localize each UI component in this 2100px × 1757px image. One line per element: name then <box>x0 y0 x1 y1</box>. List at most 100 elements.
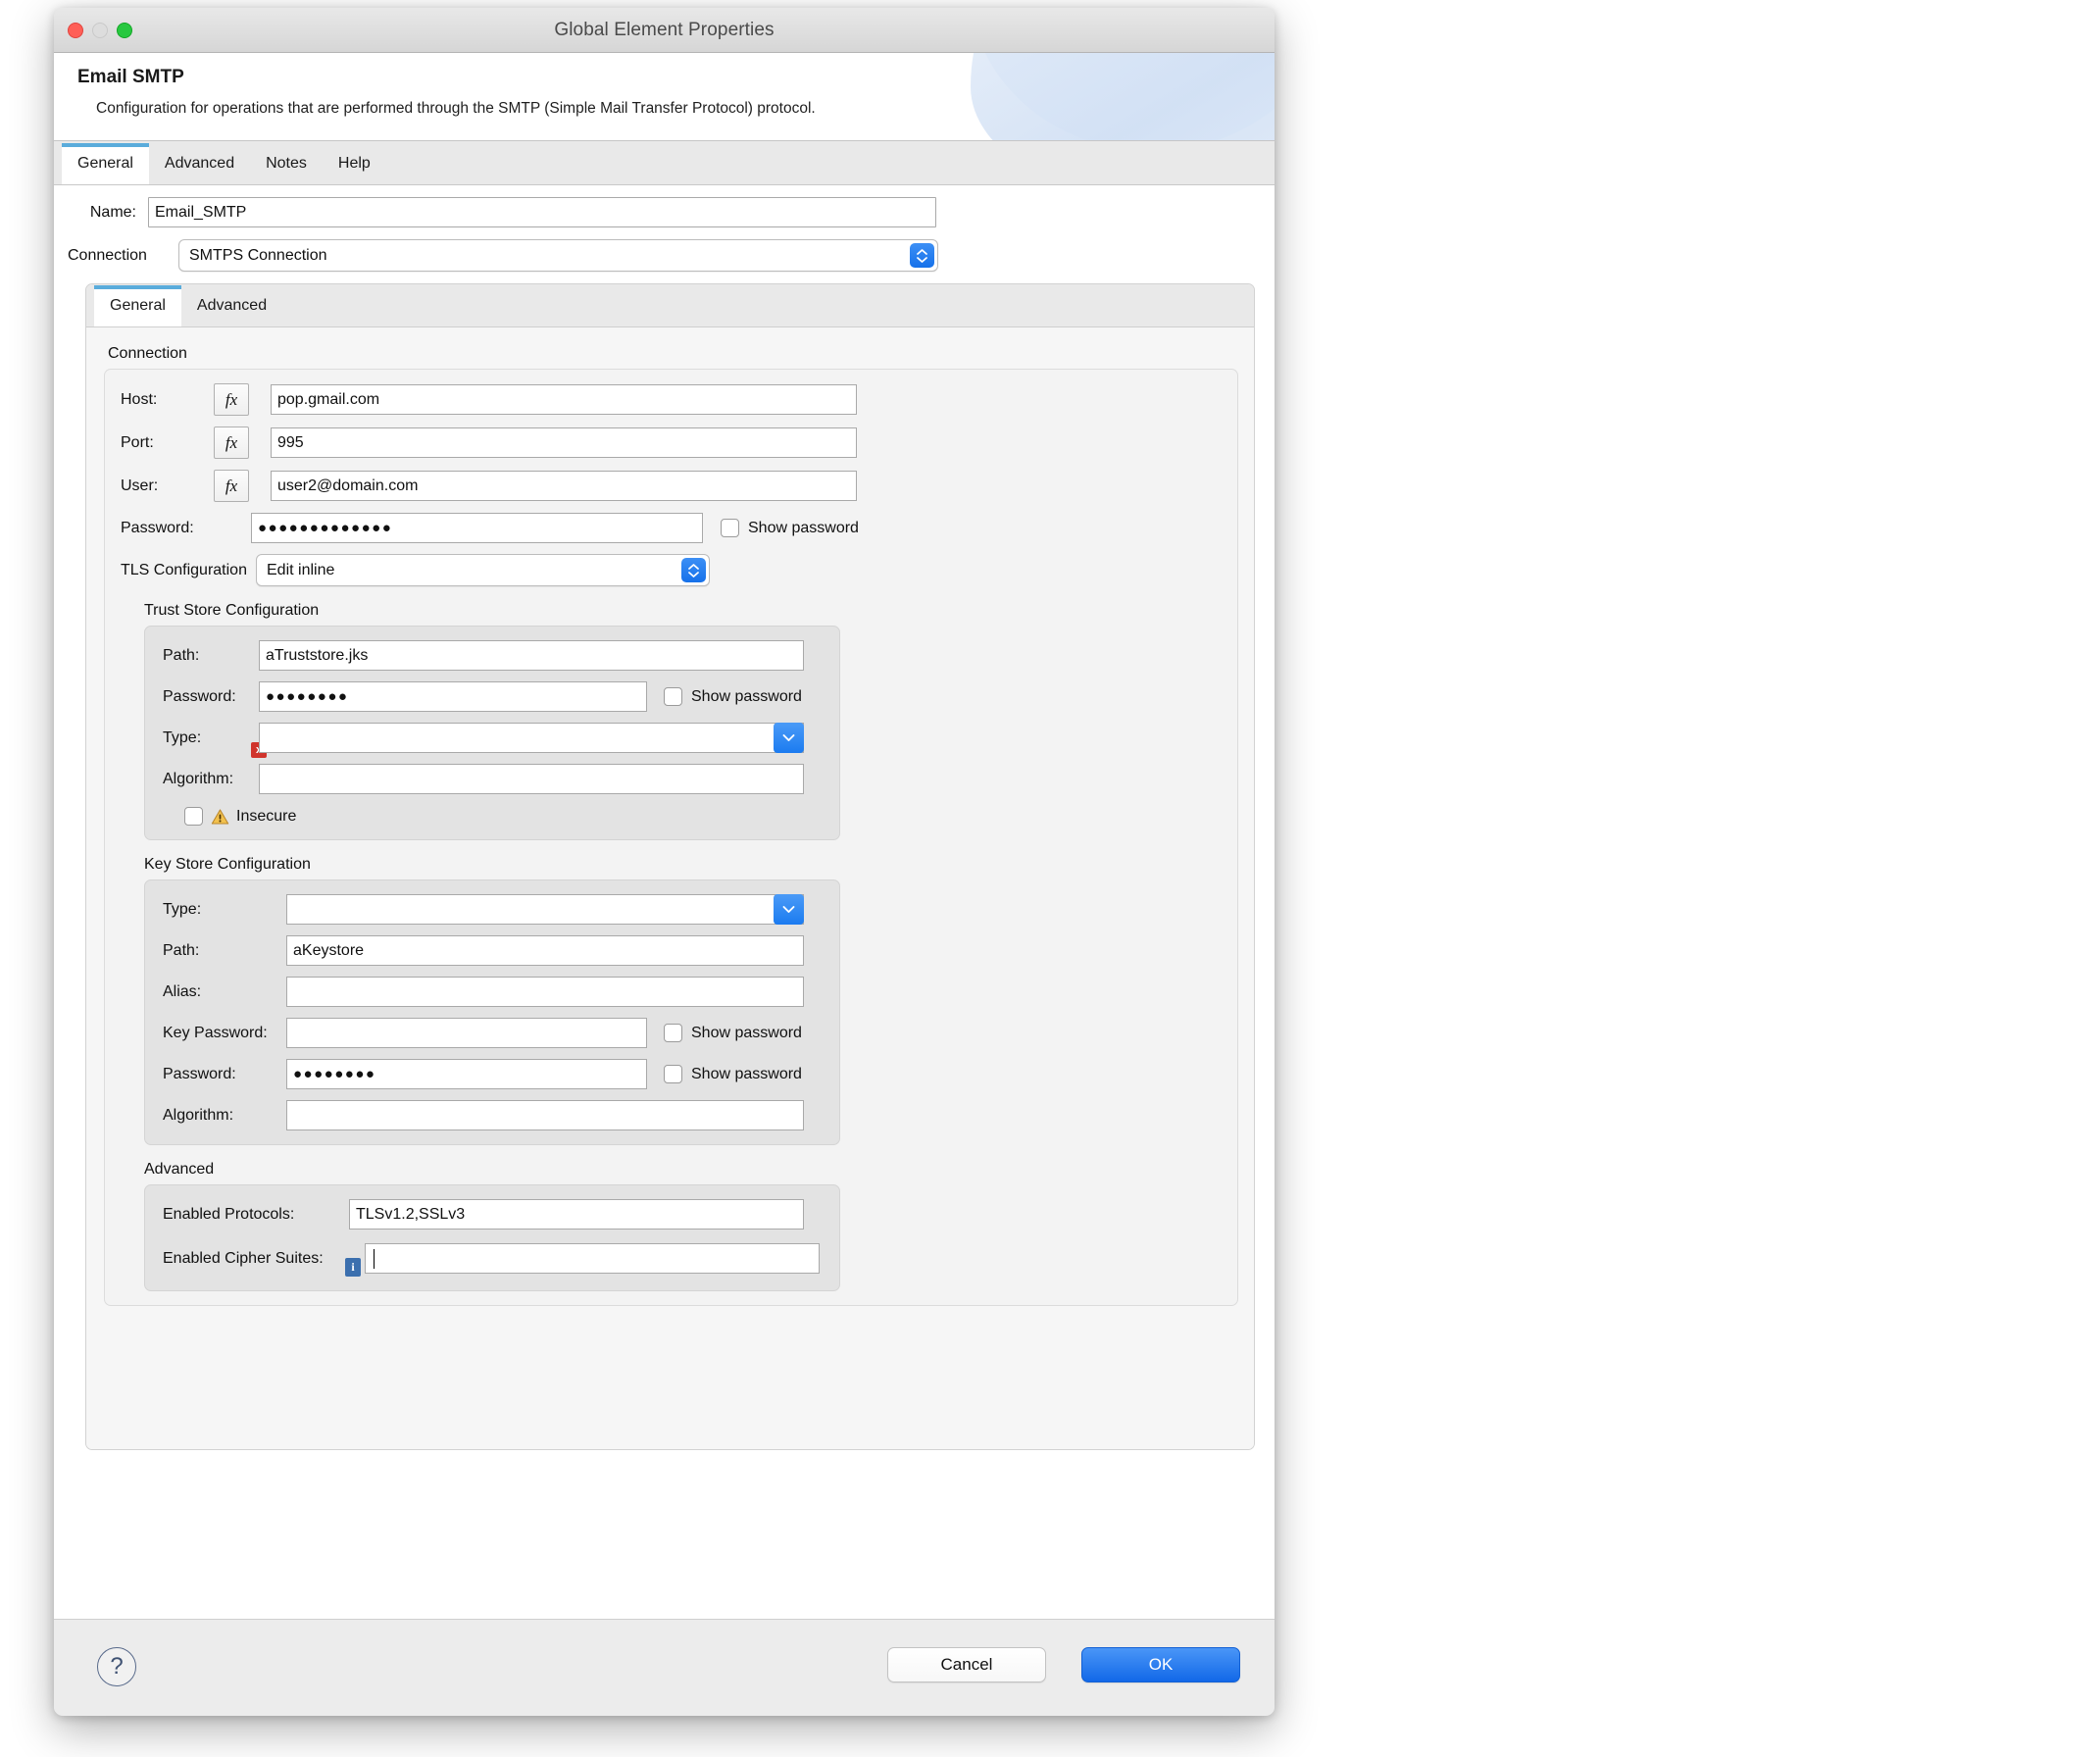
key-path-label: Path: <box>163 941 200 959</box>
general-tab-panel: Name: Connection SMTPS Connection Genera… <box>54 185 1275 1619</box>
keystore-password-masked-value: ●●●●●●●● <box>293 1066 376 1082</box>
text-caret <box>374 1248 375 1269</box>
connection-select[interactable]: SMTPS Connection <box>178 239 938 272</box>
fx-icon: fx <box>225 476 238 495</box>
key-store-group-box: Type: Path: aKeystore Alias: Key Passwor… <box>144 879 840 1145</box>
trust-algorithm-input[interactable] <box>259 764 804 794</box>
enabled-cipher-suites-input[interactable] <box>365 1243 820 1274</box>
chevron-down-icon[interactable] <box>774 723 804 753</box>
connection-config-panel: General Advanced Connection Host: fx Por… <box>85 283 1255 1450</box>
tls-config-row: TLS Configuration Edit inline <box>121 554 1222 586</box>
inner-tab-advanced-label: Advanced <box>196 297 268 314</box>
port-input[interactable] <box>271 427 857 458</box>
window-title: Global Element Properties <box>554 19 775 40</box>
key-type-row: Type: <box>163 894 822 925</box>
password-input[interactable]: ●●●●●●●●●●●●● <box>251 513 703 543</box>
zoom-window-button[interactable] <box>117 23 132 38</box>
inner-tab-general-label: General <box>110 297 166 314</box>
keystore-password-show-checkbox-group[interactable]: Show password <box>664 1065 802 1083</box>
ok-button-label: OK <box>1148 1655 1174 1674</box>
insecure-row: Insecure <box>163 807 822 826</box>
chevron-down-icon[interactable] <box>774 894 804 925</box>
key-password-show-checkbox-group[interactable]: Show password <box>664 1024 802 1042</box>
enabled-protocols-label: Enabled Protocols: <box>163 1205 295 1223</box>
inner-tab-bar: General Advanced <box>86 284 1254 327</box>
show-password-checkbox[interactable] <box>721 519 739 537</box>
minimize-window-button[interactable] <box>92 23 108 38</box>
key-password-label: Key Password: <box>163 1024 268 1041</box>
inner-tab-advanced[interactable]: Advanced <box>181 285 282 326</box>
enabled-protocols-input[interactable] <box>349 1199 804 1230</box>
trust-path-input[interactable] <box>259 640 804 671</box>
chevron-up-down-icon[interactable] <box>681 558 706 582</box>
keystore-password-input[interactable]: ●●●●●●●● <box>286 1059 647 1089</box>
port-expression-button[interactable]: fx <box>214 427 249 459</box>
ok-button[interactable]: OK <box>1081 1647 1240 1682</box>
trust-show-password-checkbox[interactable] <box>664 687 682 706</box>
trust-store-group-title: Trust Store Configuration <box>144 602 320 619</box>
key-path-row: Path: <box>163 935 822 966</box>
insecure-checkbox-group[interactable]: Insecure <box>184 807 296 826</box>
enabled-protocols-row: Enabled Protocols: <box>163 1199 822 1230</box>
show-password-checkbox-group[interactable]: Show password <box>721 519 859 537</box>
traffic-light-controls <box>68 23 132 38</box>
keystore-password-show-checkbox[interactable] <box>664 1065 682 1083</box>
enabled-cipher-suites-row: Enabled Cipher Suites: i <box>163 1240 822 1277</box>
global-element-properties-window: Global Element Properties Email SMTP Con… <box>54 8 1275 1716</box>
dialog-footer: ? Cancel OK <box>54 1619 1275 1712</box>
chevron-up-down-icon[interactable] <box>910 243 934 268</box>
keystore-password-label: Password: <box>163 1065 236 1082</box>
name-label: Name: <box>89 203 136 221</box>
connection-label: Connection <box>68 246 147 264</box>
inner-tab-general[interactable]: General <box>94 285 181 326</box>
tab-notes[interactable]: Notes <box>250 143 323 184</box>
dialog-header: Email SMTP Configuration for operations … <box>54 53 1275 141</box>
warning-triangle-icon <box>211 808 229 825</box>
keystore-password-row: Password: ●●●●●●●● Show password <box>163 1059 822 1089</box>
outer-tab-bar: General Advanced Notes Help <box>54 141 1275 185</box>
advanced-group-title: Advanced <box>144 1161 215 1178</box>
fx-icon: fx <box>225 389 238 409</box>
user-expression-button[interactable]: fx <box>214 470 249 502</box>
trust-password-label: Password: <box>163 687 236 705</box>
host-expression-button[interactable]: fx <box>214 383 249 416</box>
tab-general[interactable]: General <box>62 143 149 184</box>
name-input[interactable] <box>148 197 936 227</box>
cancel-button[interactable]: Cancel <box>887 1647 1046 1682</box>
connection-field-row: Connection SMTPS Connection <box>68 239 1261 272</box>
cipher-suites-info-icon[interactable]: i <box>345 1258 361 1277</box>
question-mark-icon: ? <box>110 1653 124 1680</box>
key-type-combo[interactable] <box>286 894 804 925</box>
keystore-algorithm-label: Algorithm: <box>163 1106 234 1124</box>
trust-type-combo[interactable] <box>259 723 804 753</box>
trust-show-password-label: Show password <box>691 687 802 705</box>
tab-advanced-label: Advanced <box>164 155 235 172</box>
tls-config-select[interactable]: Edit inline <box>256 554 710 586</box>
help-button[interactable]: ? <box>97 1647 136 1686</box>
trust-password-masked-value: ●●●●●●●● <box>266 688 349 705</box>
insecure-label: Insecure <box>236 807 297 825</box>
trust-password-input[interactable]: ●●●●●●●● <box>259 681 647 712</box>
trust-store-group-box: Path: Password: ●●●●●●●● Show password <box>144 626 840 840</box>
key-password-row: Key Password: Show password <box>163 1018 822 1048</box>
page-title: Email SMTP <box>77 67 184 87</box>
trust-show-password-checkbox-group[interactable]: Show password <box>664 687 802 706</box>
host-input[interactable] <box>271 384 857 415</box>
host-label: Host: <box>121 390 158 408</box>
key-password-show-checkbox[interactable] <box>664 1024 682 1042</box>
tab-help[interactable]: Help <box>323 143 386 184</box>
user-row: User: fx <box>121 470 1222 502</box>
user-input[interactable] <box>271 471 857 501</box>
page-description: Configuration for operations that are pe… <box>96 100 816 117</box>
close-window-button[interactable] <box>68 23 83 38</box>
key-password-input[interactable] <box>286 1018 647 1048</box>
insecure-checkbox[interactable] <box>184 807 203 826</box>
trust-password-row: Password: ●●●●●●●● Show password <box>163 681 822 712</box>
key-password-show-label: Show password <box>691 1024 802 1041</box>
key-type-label: Type: <box>163 900 202 918</box>
password-label: Password: <box>121 519 194 536</box>
key-alias-input[interactable] <box>286 977 804 1007</box>
keystore-algorithm-input[interactable] <box>286 1100 804 1130</box>
tab-advanced[interactable]: Advanced <box>149 143 250 184</box>
key-path-input[interactable] <box>286 935 804 966</box>
